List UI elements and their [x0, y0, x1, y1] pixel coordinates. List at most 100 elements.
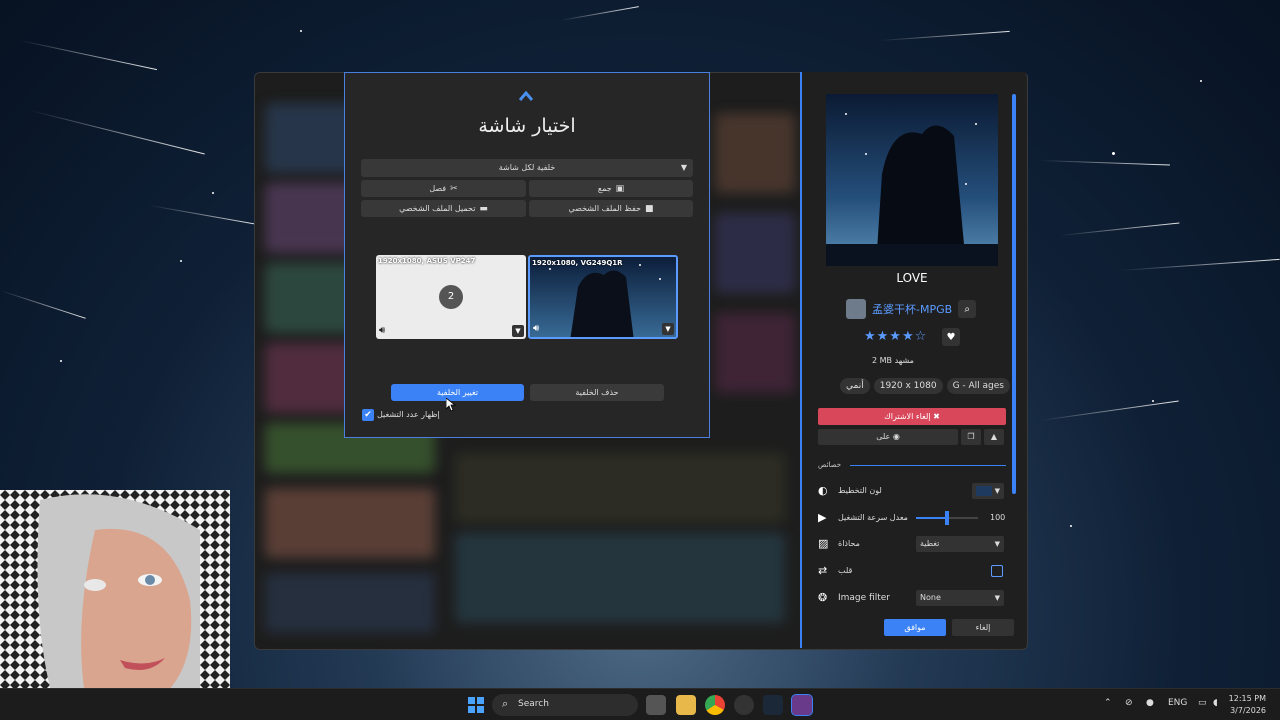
flip-row: ⇄ قلب: [818, 561, 1008, 581]
show-count-label: إظهار عدد التشغيل: [377, 410, 440, 419]
properties-section-label: خصائص: [818, 461, 842, 469]
microphone-icon[interactable]: ●: [1146, 698, 1154, 708]
favorite-heart-icon[interactable]: ♥: [942, 328, 960, 346]
speaker-icon[interactable]: 🔊︎: [379, 325, 385, 336]
scheme-color-picker[interactable]: ▼: [972, 483, 1004, 499]
tag-item[interactable]: أنمي: [840, 378, 870, 394]
wallpaper-details-panel: LOVE 孟婆干杯-MPGB ⌕ ★★★★☆ ♥ 2 MB مشهد أنمي …: [800, 72, 1026, 648]
monitor-dropdown-icon[interactable]: ▼: [662, 323, 674, 335]
split-button[interactable]: فصل ✂: [361, 180, 526, 197]
alignment-select[interactable]: تغطية ▼: [916, 536, 1004, 552]
tag-item[interactable]: G - All ages: [946, 378, 1010, 394]
portrait-overlay-image: [0, 490, 230, 720]
flip-checkbox[interactable]: [991, 565, 1003, 577]
chevron-down-icon: ▼: [680, 163, 687, 172]
ok-button[interactable]: موافق: [884, 619, 946, 636]
filter-icon: ❂: [818, 591, 828, 604]
monitor-2-tile[interactable]: 1920x1080, ASUS VP247 2 🔊︎ ▼: [376, 255, 526, 339]
load-profile-button[interactable]: تحميل الملف الشخصي ▬: [361, 200, 526, 217]
start-windows-icon[interactable]: [466, 695, 486, 715]
steam-icon[interactable]: [763, 695, 783, 715]
merge-button[interactable]: جمع ▣: [529, 180, 693, 197]
clock-time: 12:15 PM: [1228, 694, 1266, 703]
image-filter-select[interactable]: None ▼: [916, 590, 1004, 606]
merge-label: جمع: [597, 184, 612, 193]
image-filter-label: Image filter: [838, 593, 890, 603]
image-filter-value: None: [920, 593, 941, 602]
monitor-label: 1920x1080, VG249Q1R: [532, 259, 623, 267]
language-indicator[interactable]: ENG: [1168, 698, 1187, 708]
chevron-up-icon[interactable]: [519, 91, 533, 101]
monitor-dropdown-icon[interactable]: ▼: [512, 325, 524, 337]
remove-wallpaper-button[interactable]: حذف الخلفية: [530, 384, 664, 401]
author-row: 孟婆干杯-MPGB ⌕: [846, 299, 977, 319]
task-view-icon[interactable]: [646, 695, 666, 715]
scheme-color-label: لون التخطيط: [838, 486, 882, 495]
color-swatch: [976, 485, 992, 496]
volume-icon[interactable]: ◖: [1213, 698, 1218, 708]
warning-icon[interactable]: ▲: [984, 429, 1004, 445]
search-icon[interactable]: ⌕: [958, 300, 977, 318]
on-button[interactable]: على ◉: [818, 429, 958, 445]
taskbar: ⌕ Search ⌃ ⊘ ● ENG ▭ ◖ 12:15 PM 3/7/2026: [0, 688, 1280, 720]
image-icon: ▨: [818, 537, 829, 550]
author-name[interactable]: 孟婆干杯-MPGB: [872, 301, 952, 317]
steam-icon: ◉: [892, 432, 900, 441]
play-icon: ▶: [818, 511, 827, 524]
dialog-title: اختيار شاشة: [478, 115, 576, 137]
wallpaper-mode-value: خلفية لكل شاشة: [498, 163, 556, 172]
save-icon: ■: [644, 204, 654, 214]
wallpaper-preview-image: [826, 94, 998, 266]
cancel-button[interactable]: إلغاء: [952, 619, 1014, 636]
slider-handle[interactable]: [945, 511, 949, 525]
change-wallpaper-button[interactable]: تغيير الخلفية: [391, 384, 524, 401]
section-divider: [850, 465, 1006, 466]
copy-icon[interactable]: ❐: [961, 429, 981, 445]
tag-list: أنمي 1920 x 1080 G - All ages: [840, 378, 1010, 394]
clock-date: 3/7/2026: [1230, 706, 1266, 715]
app-icon[interactable]: [734, 695, 754, 715]
merge-icon: ▣: [615, 184, 625, 194]
swap-icon: ⇄: [818, 564, 828, 577]
taskbar-search-box[interactable]: ⌕ Search: [492, 694, 638, 716]
slider-fill: [916, 517, 946, 519]
search-icon: ⌕: [502, 697, 509, 710]
display-icon[interactable]: ▭: [1198, 698, 1207, 708]
monitor-1-tile[interactable]: 1920x1080, VG249Q1R 🔊︎ ▼: [528, 255, 678, 339]
save-profile-button[interactable]: حفظ الملف الشخصي ■: [529, 200, 693, 217]
playback-rate-label: معدل سرعة التشغيل: [838, 513, 908, 522]
alignment-label: محاذاة: [838, 539, 860, 548]
system-clock[interactable]: 12:15 PM 3/7/2026: [1229, 693, 1266, 717]
author-avatar[interactable]: [846, 299, 866, 319]
file-explorer-icon[interactable]: [676, 695, 696, 715]
playback-rate-slider[interactable]: [916, 511, 978, 525]
alignment-row: ▨ محاذاة تغطية ▼: [818, 534, 1008, 554]
chevron-down-icon: ▼: [994, 540, 1000, 548]
image-filter-row: ❂ Image filter None ▼: [818, 588, 1008, 608]
file-size: 2 MB مشهد: [872, 356, 914, 365]
palette-icon: ◐: [818, 484, 828, 497]
network-off-icon[interactable]: ⊘: [1125, 698, 1133, 708]
tag-item[interactable]: 1920 x 1080: [873, 378, 943, 394]
search-placeholder: Search: [518, 699, 549, 709]
playback-rate-row: ▶ معدل سرعة التشغيل 100: [818, 508, 1008, 528]
chevron-down-icon: ▼: [994, 594, 1000, 602]
split-label: فصل: [429, 184, 447, 193]
show-count-checkbox[interactable]: ✔: [362, 409, 374, 421]
tray-chevron-up-icon[interactable]: ⌃: [1104, 698, 1112, 708]
rating-stars: ★★★★☆: [864, 329, 928, 344]
speaker-icon[interactable]: 🔊︎: [533, 323, 539, 334]
monitor-label: 1920x1080, ASUS VP247: [378, 257, 476, 265]
chrome-icon[interactable]: [705, 695, 725, 715]
folder-icon: ▬: [479, 204, 488, 214]
wallpaper-engine-icon[interactable]: [791, 694, 813, 716]
unsubscribe-button[interactable]: إلغاء الاشتراك ✖: [818, 408, 1006, 425]
panel-scrollbar[interactable]: [1012, 94, 1016, 494]
scissors-icon: ✂: [450, 184, 458, 194]
chevron-down-icon: ▼: [994, 487, 1000, 495]
on-label: على: [876, 432, 891, 441]
monitor-number: 2: [439, 285, 463, 309]
wallpaper-mode-select[interactable]: خلفية لكل شاشة ▼: [361, 159, 693, 177]
playback-rate-value: 100: [990, 513, 1006, 522]
action-row: على ◉ ❐ ▲: [818, 429, 1004, 445]
